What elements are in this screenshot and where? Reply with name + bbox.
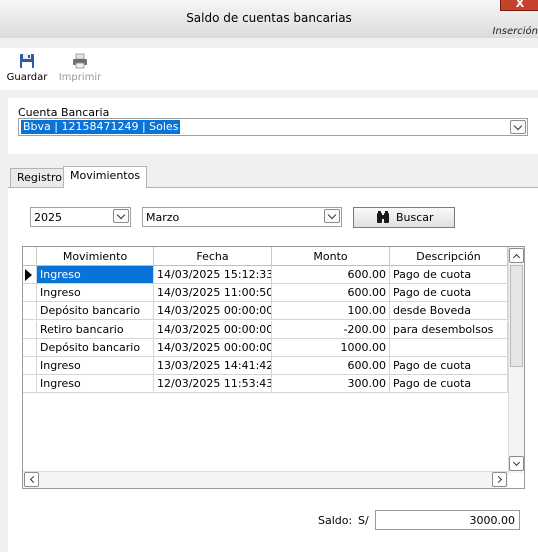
cell-fecha[interactable]: 12/03/2025 11:53:43 — [154, 375, 272, 394]
scroll-up-button[interactable] — [509, 248, 524, 263]
cell-monto[interactable]: 300.00 — [272, 375, 390, 394]
month-value: Marzo — [146, 211, 180, 224]
save-label: Guardar — [6, 72, 48, 83]
cell-descripcion[interactable]: para desembolsos — [390, 320, 508, 339]
chevron-up-icon — [512, 253, 521, 262]
scroll-thumb[interactable] — [510, 265, 523, 367]
saldo-label: Saldo: — [318, 514, 353, 527]
cell-movimiento[interactable]: Ingreso — [37, 266, 154, 284]
cell-monto[interactable]: 600.00 — [272, 266, 390, 284]
cell-descripcion[interactable]: Pago de cuota — [390, 284, 508, 303]
cell-fecha[interactable]: 14/03/2025 00:00:00 — [154, 320, 272, 339]
scroll-right-button[interactable] — [492, 472, 507, 487]
cell-fecha[interactable]: 13/03/2025 14:41:42 — [154, 357, 272, 375]
window-title: Saldo de cuentas bancarias — [186, 11, 352, 25]
cell-movimiento[interactable]: Depósito bancario — [37, 338, 154, 357]
cell-movimiento[interactable]: Ingreso — [37, 284, 154, 303]
saldo-value: 3000.00 — [469, 514, 516, 527]
tab-movimientos[interactable]: Movimientos — [63, 166, 148, 188]
row-header[interactable] — [23, 320, 37, 339]
cell-movimiento[interactable]: Ingreso — [37, 357, 154, 375]
cell-fecha[interactable]: 14/03/2025 15:12:33 — [154, 266, 272, 284]
movements-grid[interactable]: Movimiento Fecha Monto Descripción Ingre… — [22, 246, 525, 489]
chevron-down-icon — [512, 458, 521, 467]
column-header-movimiento[interactable]: Movimiento — [37, 247, 154, 266]
chevron-right-icon — [494, 475, 503, 484]
floppy-disk-icon — [20, 54, 34, 68]
row-header[interactable] — [23, 338, 37, 357]
chevron-down-icon[interactable] — [113, 209, 129, 223]
cell-descripcion[interactable]: Pago de cuota — [390, 357, 508, 375]
current-row-indicator-icon — [25, 269, 32, 281]
horizontal-scrollbar[interactable] — [23, 471, 508, 488]
saldo-field[interactable]: 3000.00 — [375, 510, 520, 530]
toolbar: Guardar Imprimir — [0, 48, 538, 90]
cell-movimiento[interactable]: Ingreso — [37, 375, 154, 394]
cell-movimiento[interactable]: Depósito bancario — [37, 302, 154, 321]
cell-movimiento[interactable]: Retiro bancario — [37, 320, 154, 339]
scroll-left-button[interactable] — [24, 472, 39, 487]
year-value: 2025 — [34, 211, 62, 224]
cell-monto[interactable]: -200.00 — [272, 320, 390, 339]
chevron-left-icon — [29, 475, 38, 484]
currency-label: S/ — [358, 514, 369, 527]
account-value: Bbva | 12158471249 | Soles — [21, 120, 181, 134]
search-button[interactable]: Buscar — [353, 207, 455, 228]
row-header[interactable] — [23, 375, 37, 394]
row-header[interactable] — [23, 284, 37, 303]
print-button[interactable]: Imprimir — [57, 48, 103, 88]
cell-monto[interactable]: 100.00 — [272, 302, 390, 321]
chevron-down-icon[interactable] — [324, 209, 340, 223]
title-bar: Saldo de cuentas bancarias X Inserción — [0, 0, 538, 38]
search-label: Buscar — [396, 211, 434, 224]
row-header-corner — [23, 247, 37, 266]
close-button[interactable]: X — [500, 0, 538, 11]
saldo-panel: Saldo: S/ 3000.00 — [22, 500, 527, 540]
year-select[interactable]: 2025 — [30, 207, 131, 227]
chevron-down-icon[interactable] — [510, 120, 526, 134]
column-header-monto[interactable]: Monto — [272, 247, 390, 266]
month-select[interactable]: Marzo — [142, 207, 342, 227]
tab-registro[interactable]: Registro — [10, 168, 70, 189]
printer-icon — [73, 53, 87, 69]
column-header-fecha[interactable]: Fecha — [154, 247, 272, 266]
row-header[interactable] — [23, 302, 37, 321]
vertical-scrollbar[interactable] — [508, 247, 524, 473]
cell-descripcion[interactable]: desde Boveda — [390, 302, 508, 321]
cell-descripcion[interactable] — [390, 338, 508, 357]
account-panel: Cuenta Bancaria Bbva | 12158471249 | Sol… — [8, 98, 538, 154]
scroll-down-button[interactable] — [509, 456, 524, 471]
row-header[interactable] — [23, 266, 37, 284]
cell-fecha[interactable]: 14/03/2025 11:00:50 — [154, 284, 272, 303]
binoculars-icon — [377, 211, 389, 223]
cell-monto[interactable]: 1000.00 — [272, 338, 390, 357]
cell-fecha[interactable]: 14/03/2025 00:00:00 — [154, 302, 272, 321]
mode-indicator: Inserción — [492, 26, 538, 37]
save-button[interactable]: Guardar — [4, 48, 50, 88]
cell-fecha[interactable]: 14/03/2025 00:00:00 — [154, 338, 272, 357]
print-label: Imprimir — [58, 72, 102, 83]
cell-monto[interactable]: 600.00 — [272, 357, 390, 375]
row-header[interactable] — [23, 357, 37, 375]
cell-descripcion[interactable]: Pago de cuota — [390, 266, 508, 284]
cell-descripcion[interactable]: Pago de cuota — [390, 375, 508, 394]
cell-monto[interactable]: 600.00 — [272, 284, 390, 303]
account-select[interactable]: Bbva | 12158471249 | Soles — [18, 118, 528, 136]
column-header-descripcion[interactable]: Descripción — [390, 247, 508, 266]
